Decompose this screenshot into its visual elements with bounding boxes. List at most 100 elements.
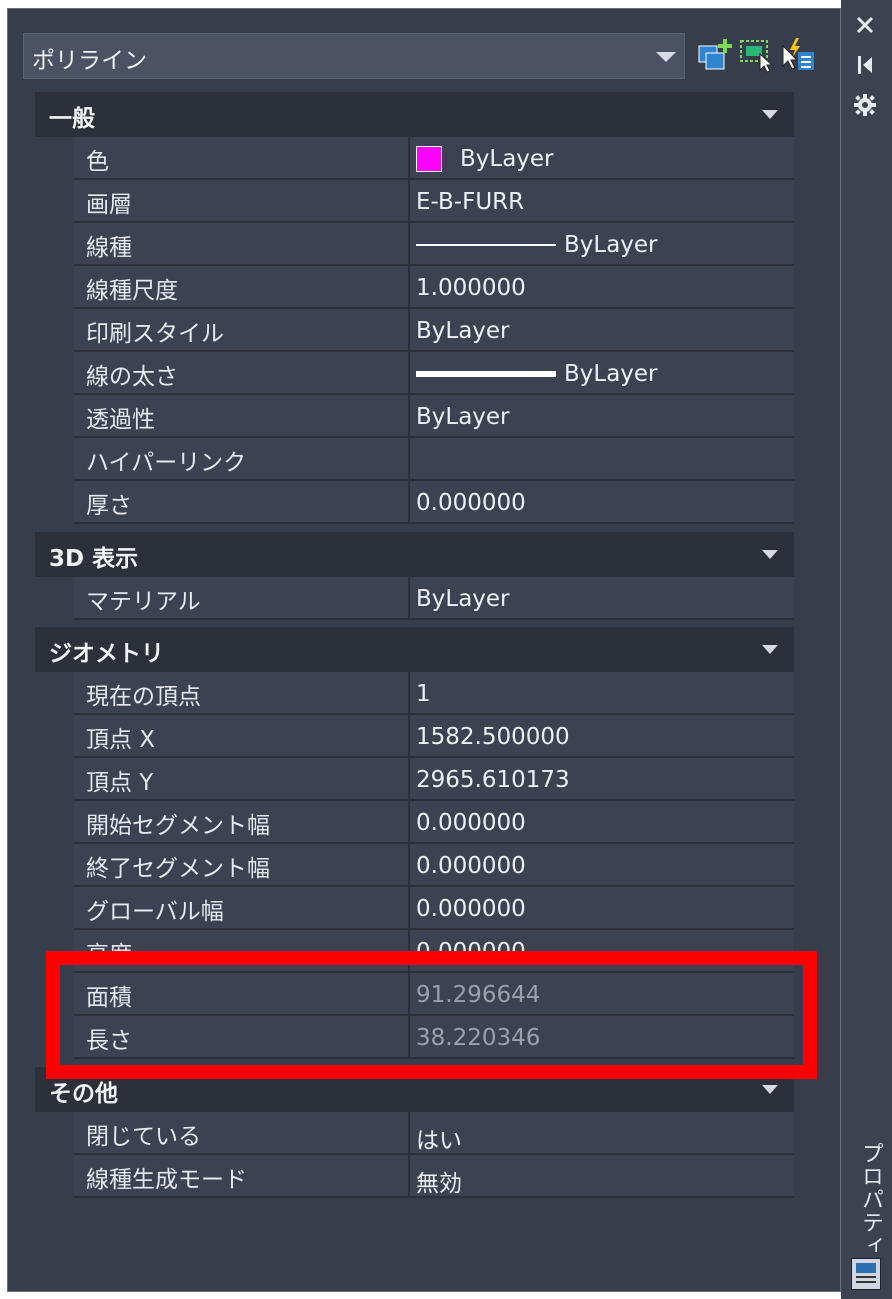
property-row-layer[interactable]: 画層 E-B-FURR bbox=[74, 180, 794, 223]
property-value: 91.296644 bbox=[416, 982, 541, 1008]
property-value-cell[interactable]: 0.000000 bbox=[408, 481, 796, 522]
palette-icon-part bbox=[856, 1263, 876, 1273]
property-row-color[interactable]: 色 ByLayer bbox=[74, 137, 794, 180]
property-value: 0.000000 bbox=[416, 490, 526, 516]
property-name: 終了セグメント幅 bbox=[86, 856, 270, 882]
property-value: 1.000000 bbox=[416, 275, 526, 301]
property-name: 頂点 X bbox=[86, 727, 156, 753]
property-row-linetype-generation[interactable]: 線種生成モード 無効 bbox=[74, 1155, 794, 1198]
property-value: 1 bbox=[416, 681, 431, 707]
property-value-cell[interactable]: 1582.500000 bbox=[408, 715, 796, 756]
property-value-cell[interactable]: 2965.610173 bbox=[408, 758, 796, 799]
property-row-material[interactable]: マテリアル ByLayer bbox=[74, 577, 794, 620]
color-swatch bbox=[416, 146, 442, 172]
properties-palette-icon[interactable] bbox=[851, 1258, 881, 1290]
property-name: 現在の頂点 bbox=[86, 684, 201, 710]
property-name: 線の太さ bbox=[86, 364, 178, 390]
property-name: 高度 bbox=[86, 942, 132, 968]
collapse-icon[interactable] bbox=[762, 1085, 778, 1094]
section-3d-display[interactable]: 3D 表示 bbox=[35, 532, 794, 577]
property-value-cell[interactable]: 0.000000 bbox=[408, 844, 796, 885]
chevron-down-icon bbox=[656, 52, 676, 62]
property-value: E-B-FURR bbox=[416, 189, 525, 215]
property-name: 色 bbox=[86, 149, 109, 175]
section-title: 一般 bbox=[49, 106, 95, 132]
property-row-transparency[interactable]: 透過性 ByLayer bbox=[74, 395, 794, 438]
property-value-cell[interactable]: 91.296644 bbox=[408, 973, 796, 1014]
section-general[interactable]: 一般 bbox=[35, 92, 794, 137]
property-value-cell[interactable] bbox=[408, 438, 796, 479]
property-value: ByLayer bbox=[564, 361, 658, 387]
property-row-start-segment-width[interactable]: 開始セグメント幅 0.000000 bbox=[74, 801, 794, 844]
property-value-cell[interactable]: 0.000000 bbox=[408, 801, 796, 842]
property-name: ハイパーリンク bbox=[86, 450, 247, 476]
toggle-pickadd-icon[interactable] bbox=[780, 36, 818, 74]
property-value: 0.000000 bbox=[416, 810, 526, 836]
property-value-cell[interactable]: ByLayer bbox=[408, 223, 796, 264]
section-misc[interactable]: その他 bbox=[35, 1067, 794, 1112]
property-row-thickness[interactable]: 厚さ 0.000000 bbox=[74, 481, 794, 524]
property-value: 0.000000 bbox=[416, 939, 526, 965]
property-row-end-segment-width[interactable]: 終了セグメント幅 0.000000 bbox=[74, 844, 794, 887]
property-value-cell[interactable]: 1.000000 bbox=[408, 266, 796, 307]
section-title: ジオメトリ bbox=[49, 641, 164, 667]
property-value: 1582.500000 bbox=[416, 724, 570, 750]
property-value: 0.000000 bbox=[416, 853, 526, 879]
property-row-current-vertex[interactable]: 現在の頂点 1 bbox=[74, 672, 794, 715]
collapse-icon[interactable] bbox=[762, 110, 778, 119]
linetype-preview bbox=[416, 244, 556, 246]
property-value-cell[interactable]: E-B-FURR bbox=[408, 180, 796, 221]
section-title: 3D 表示 bbox=[49, 546, 139, 572]
property-value-cell[interactable]: ByLayer bbox=[408, 309, 796, 350]
property-name: 透過性 bbox=[86, 407, 155, 433]
settings-icon[interactable] bbox=[852, 92, 878, 118]
property-row-global-width[interactable]: グローバル幅 0.000000 bbox=[74, 887, 794, 930]
close-icon[interactable] bbox=[852, 12, 878, 38]
property-row-vertex-y[interactable]: 頂点 Y 2965.610173 bbox=[74, 758, 794, 801]
property-name: 閉じている bbox=[86, 1124, 201, 1150]
property-row-length[interactable]: 長さ 38.220346 bbox=[74, 1016, 794, 1059]
property-value: ByLayer bbox=[416, 404, 510, 430]
property-name: 長さ bbox=[86, 1028, 132, 1054]
property-value: 0.000000 bbox=[416, 896, 526, 922]
object-type-label: ポリライン bbox=[32, 48, 147, 74]
property-value-cell[interactable]: はい bbox=[408, 1112, 796, 1154]
property-value-cell[interactable]: 38.220346 bbox=[408, 1016, 796, 1057]
section-geometry[interactable]: ジオメトリ bbox=[35, 627, 794, 672]
property-value-cell[interactable]: ByLayer bbox=[408, 395, 796, 436]
property-row-closed[interactable]: 閉じている はい bbox=[74, 1112, 794, 1155]
auto-hide-icon[interactable] bbox=[852, 52, 878, 78]
palette-icon-part bbox=[856, 1281, 876, 1283]
property-row-plot-style[interactable]: 印刷スタイル ByLayer bbox=[74, 309, 794, 352]
property-row-hyperlink[interactable]: ハイパーリンク bbox=[74, 438, 794, 481]
palette-title-bar[interactable] bbox=[841, 0, 892, 1299]
property-value-cell[interactable]: ByLayer bbox=[408, 577, 796, 618]
property-name: 画層 bbox=[86, 192, 132, 218]
property-row-elevation[interactable]: 高度 0.000000 bbox=[74, 930, 794, 973]
row-gutter bbox=[35, 577, 74, 620]
property-row-linetype-scale[interactable]: 線種尺度 1.000000 bbox=[74, 266, 794, 309]
property-name: 頂点 Y bbox=[86, 770, 154, 796]
property-name: 印刷スタイル bbox=[86, 321, 224, 347]
property-value-cell[interactable]: 0.000000 bbox=[408, 887, 796, 928]
object-type-dropdown[interactable]: ポリライン bbox=[23, 33, 685, 79]
property-row-area[interactable]: 面積 91.296644 bbox=[74, 973, 794, 1016]
property-value-cell[interactable]: ByLayer bbox=[408, 137, 796, 178]
property-name: マテリアル bbox=[86, 589, 201, 615]
row-gutter bbox=[35, 1112, 74, 1198]
select-objects-icon[interactable] bbox=[738, 36, 776, 74]
property-value: ByLayer bbox=[416, 586, 510, 612]
collapse-icon[interactable] bbox=[762, 550, 778, 559]
property-value-cell[interactable]: 1 bbox=[408, 672, 796, 713]
property-value-cell[interactable]: 0.000000 bbox=[408, 930, 796, 971]
property-value-cell[interactable]: 無効 bbox=[408, 1155, 796, 1197]
property-row-lineweight[interactable]: 線の太さ ByLayer bbox=[74, 352, 794, 395]
property-name: 開始セグメント幅 bbox=[86, 813, 270, 839]
property-row-linetype[interactable]: 線種 ByLayer bbox=[74, 223, 794, 266]
collapse-icon[interactable] bbox=[762, 645, 778, 654]
property-value-cell[interactable]: ByLayer bbox=[408, 352, 796, 393]
property-row-vertex-x[interactable]: 頂点 X 1582.500000 bbox=[74, 715, 794, 758]
quick-select-icon[interactable] bbox=[696, 36, 734, 74]
property-value: 2965.610173 bbox=[416, 767, 570, 793]
palette-icon-part bbox=[856, 1276, 876, 1278]
